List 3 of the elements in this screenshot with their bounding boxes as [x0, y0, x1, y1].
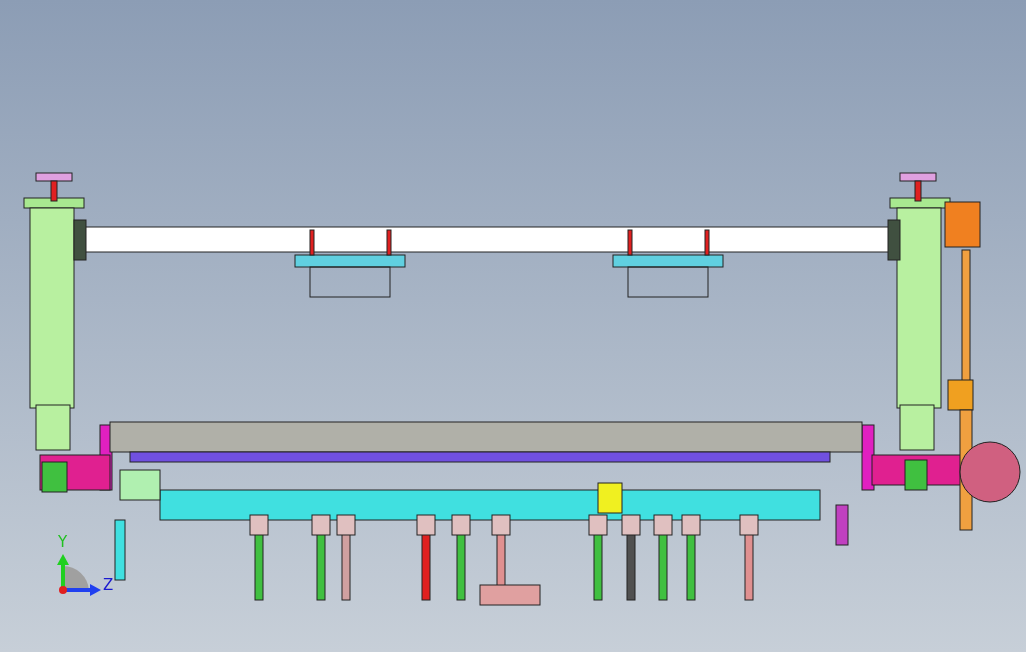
axis-label: Y: [58, 533, 68, 551]
axis-triad-icon: [57, 554, 101, 596]
axis-label: Z: [103, 576, 114, 594]
